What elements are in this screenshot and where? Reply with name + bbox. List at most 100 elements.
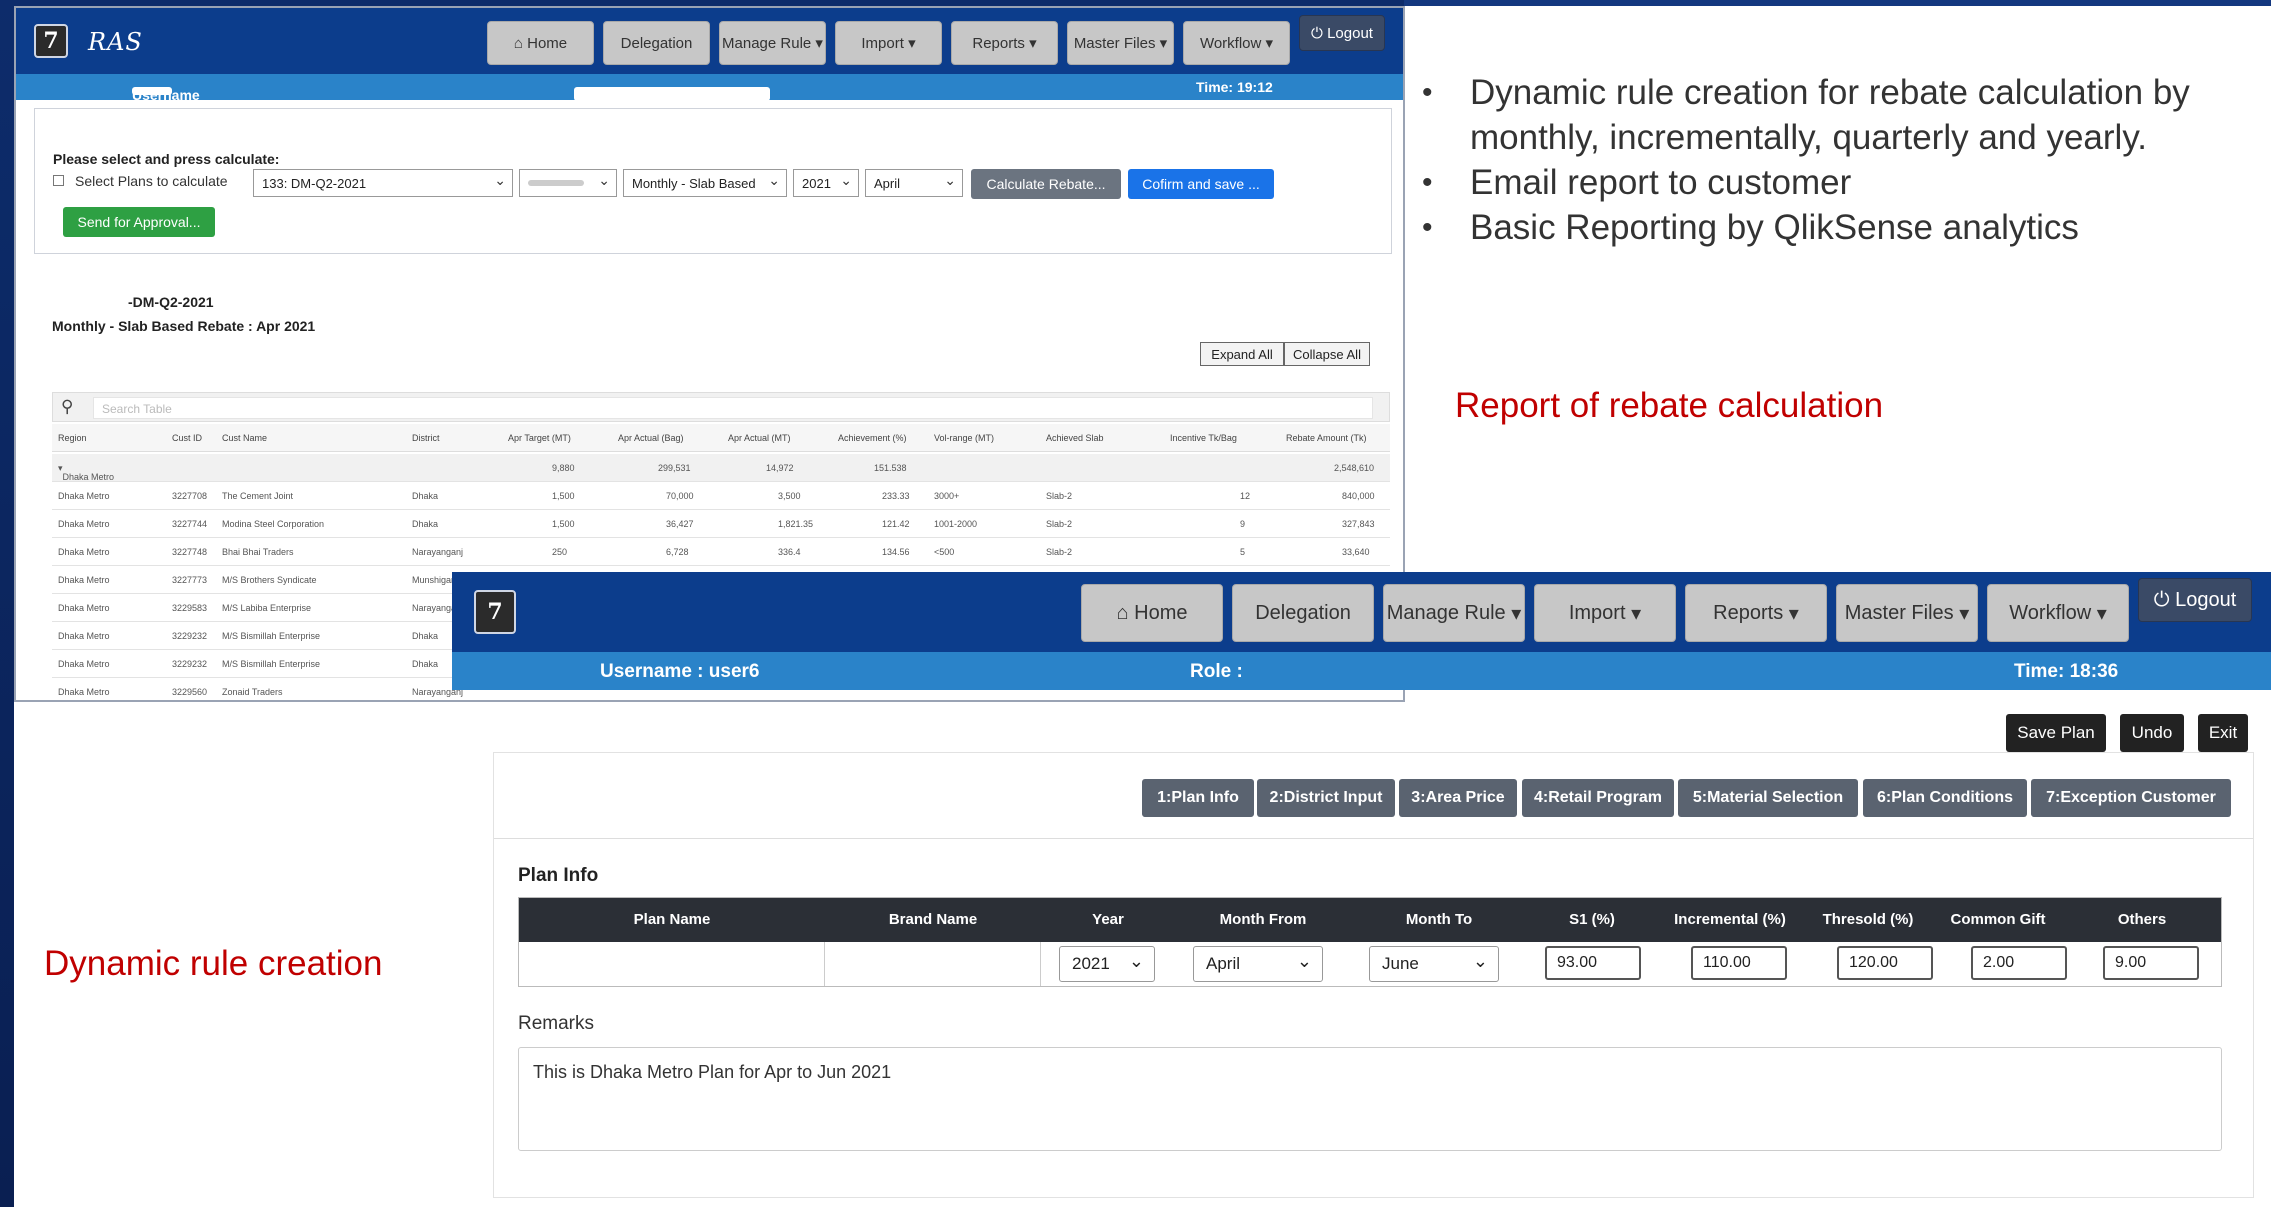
brand-name-cell[interactable] — [825, 942, 1041, 986]
confirm-save-button[interactable]: Cofirm and save ... — [1128, 169, 1274, 199]
others-input[interactable]: 9.00 — [2103, 946, 2199, 980]
cell-region: Dhaka Metro — [58, 659, 110, 669]
table-row[interactable]: Dhaka Metro 3227744 Modina Steel Corporati… — [52, 510, 1390, 538]
col-incentive[interactable]: Incentive Tk/Bag — [1170, 433, 1237, 443]
nav-workflow[interactable]: Workflow ▾ — [1987, 584, 2129, 642]
cell-slab: Slab-2 — [1046, 547, 1073, 557]
nav-reports[interactable]: Reports ▾ — [951, 21, 1058, 65]
tab-exception-customer[interactable]: 7:Exception Customer — [2031, 779, 2231, 817]
col-achievement[interactable]: Achievement (%) — [838, 433, 907, 443]
table-search-input[interactable]: Search Table — [93, 397, 1373, 419]
col-apr-actual-mt[interactable]: Apr Actual (MT) — [728, 433, 791, 443]
col-achieved-slab[interactable]: Achieved Slab — [1046, 433, 1104, 443]
threshold-input[interactable]: 120.00 — [1837, 946, 1933, 980]
month-to-select[interactable]: June — [1369, 946, 1499, 982]
group-row[interactable]: ▾ Dhaka Metro 9,880 299,531 14,972 151.5… — [52, 454, 1390, 482]
table-row[interactable]: Dhaka Metro 3227748 Bhai Bhai Traders Naray… — [52, 538, 1390, 566]
group-target: 9,880 — [552, 463, 575, 473]
month-from-select[interactable]: April — [1193, 946, 1323, 982]
cell-ach: 121.42 — [882, 519, 910, 529]
nav-logout[interactable]: ⏻ Logout — [2138, 578, 2252, 622]
caption-report: Report of rebate calculation — [1455, 386, 1884, 425]
undo-button[interactable]: Undo — [2120, 714, 2184, 752]
nav-reports[interactable]: Reports ▾ — [1685, 584, 1827, 642]
nav-workflow[interactable]: Workflow ▾ — [1183, 21, 1290, 65]
nav-home[interactable]: ⌂ Home — [487, 21, 594, 65]
plan-editor-card: 1:Plan Info 2:District Input 3:Area Pric… — [493, 752, 2254, 1198]
cell-slab: Slab-2 — [1046, 519, 1073, 529]
nav-master-files[interactable]: Master Files ▾ — [1067, 21, 1174, 65]
top-infobar: Username : Role : Time: 19:12 — [16, 74, 1403, 119]
col-others: Others — [2117, 911, 2167, 928]
tab-area-price[interactable]: 3:Area Price — [1399, 779, 1517, 817]
plan-name-cell[interactable] — [519, 942, 825, 986]
search-icon: ⚲ — [61, 397, 74, 416]
cell-mt: 1,821.35 — [778, 519, 814, 529]
tab-plan-conditions[interactable]: 6:Plan Conditions — [1863, 779, 2027, 817]
expand-all-button[interactable]: Expand All — [1200, 342, 1284, 366]
s1-input[interactable]: 93.00 — [1545, 946, 1641, 980]
tab-material-selection[interactable]: 5:Material Selection — [1678, 779, 1858, 817]
plan-info-header: Plan Name Brand Name Year Month From Mon… — [519, 898, 2221, 942]
cell-id: 3227708 — [172, 491, 208, 501]
cell-name: M/S Bismillah Enterprise — [222, 631, 321, 641]
cell-id: 3229560 — [172, 687, 208, 697]
cell-region: Dhaka Metro — [58, 547, 110, 557]
app-logo: 7 — [34, 24, 68, 58]
cell-id: 3227744 — [172, 519, 208, 529]
type-select[interactable]: Monthly - Slab Based — [623, 169, 787, 197]
role-label: Role : — [1190, 661, 1243, 682]
area-select[interactable] — [519, 169, 617, 197]
nav-manage-rule[interactable]: Manage Rule ▾ — [719, 21, 826, 65]
nav-import[interactable]: Import ▾ — [1534, 584, 1676, 642]
col-cust-name[interactable]: Cust Name — [222, 433, 267, 443]
tab-district-input[interactable]: 2:District Input — [1257, 779, 1395, 817]
table-row[interactable]: Dhaka Metro 3227708 The Cement Joint Dhaka 1… — [52, 482, 1390, 510]
calculate-rebate-button[interactable]: Calculate Rebate... — [971, 169, 1121, 199]
col-rebate-amount[interactable]: Rebate Amount (Tk) — [1286, 433, 1367, 443]
nav-home[interactable]: ⌂ Home — [1081, 584, 1223, 642]
plan-tabs: 1:Plan Info 2:District Input 3:Area Pric… — [494, 753, 2253, 839]
cell-ach: 134.56 — [882, 547, 910, 557]
incremental-input[interactable]: 110.00 — [1691, 946, 1787, 980]
send-approval-button[interactable]: Send for Approval... — [63, 207, 215, 237]
cell-bag: 70,000 — [666, 491, 694, 501]
exit-button[interactable]: Exit — [2198, 714, 2248, 752]
nav-import[interactable]: Import ▾ — [835, 21, 942, 65]
time-label: Time: 19:12 — [1196, 79, 1273, 95]
col-apr-target[interactable]: Apr Target (MT) — [508, 433, 571, 443]
nav-logout[interactable]: ⏻ Logout — [1299, 15, 1385, 51]
col-region[interactable]: Region — [58, 433, 87, 443]
nav-delegation[interactable]: Delegation — [603, 21, 710, 65]
select-plans-checkbox[interactable] — [53, 175, 64, 186]
col-district[interactable]: District — [412, 433, 440, 443]
app-logo: 7 — [474, 590, 516, 634]
tab-retail-program[interactable]: 4:Retail Program — [1522, 779, 1674, 817]
collapse-all-button[interactable]: Collapse All — [1284, 342, 1370, 366]
plan-select[interactable]: 133: DM-Q2-2021 — [253, 169, 513, 197]
cell-region: Dhaka Metro — [58, 687, 110, 697]
cell-id: 3227773 — [172, 575, 208, 585]
year-select[interactable]: 2021 — [1059, 946, 1155, 982]
nav-delegation[interactable]: Delegation — [1232, 584, 1374, 642]
cell-id: 3229232 — [172, 631, 208, 641]
col-cust-id[interactable]: Cust ID — [172, 433, 202, 443]
nav-manage-rule[interactable]: Manage Rule ▾ — [1383, 584, 1525, 642]
group-rebate: 2,548,610 — [1334, 463, 1375, 473]
save-plan-button[interactable]: Save Plan — [2006, 714, 2106, 752]
col-apr-actual-bag[interactable]: Apr Actual (Bag) — [618, 433, 684, 443]
report-subtitle: Monthly - Slab Based Rebate : Apr 2021 — [52, 318, 316, 334]
cell-inc: 9 — [1240, 519, 1246, 529]
remarks-textarea[interactable]: This is Dhaka Metro Plan for Apr to Jun … — [518, 1047, 2222, 1151]
cell-name: M/S Labiba Enterprise — [222, 603, 312, 613]
cell-region: Dhaka Metro — [58, 631, 110, 641]
nav-master-files[interactable]: Master Files ▾ — [1836, 584, 1978, 642]
common-gift-input[interactable]: 2.00 — [1971, 946, 2067, 980]
cell-ach: 233.33 — [882, 491, 910, 501]
tab-plan-info[interactable]: 1:Plan Info — [1142, 779, 1254, 817]
year-select[interactable]: 2021 — [793, 169, 859, 197]
col-vol-range[interactable]: Vol-range (MT) — [934, 433, 994, 443]
month-select[interactable]: April — [865, 169, 963, 197]
calc-prompt: Please select and press calculate: — [53, 151, 280, 167]
time-label: Time: 18:36 — [2014, 661, 2119, 682]
